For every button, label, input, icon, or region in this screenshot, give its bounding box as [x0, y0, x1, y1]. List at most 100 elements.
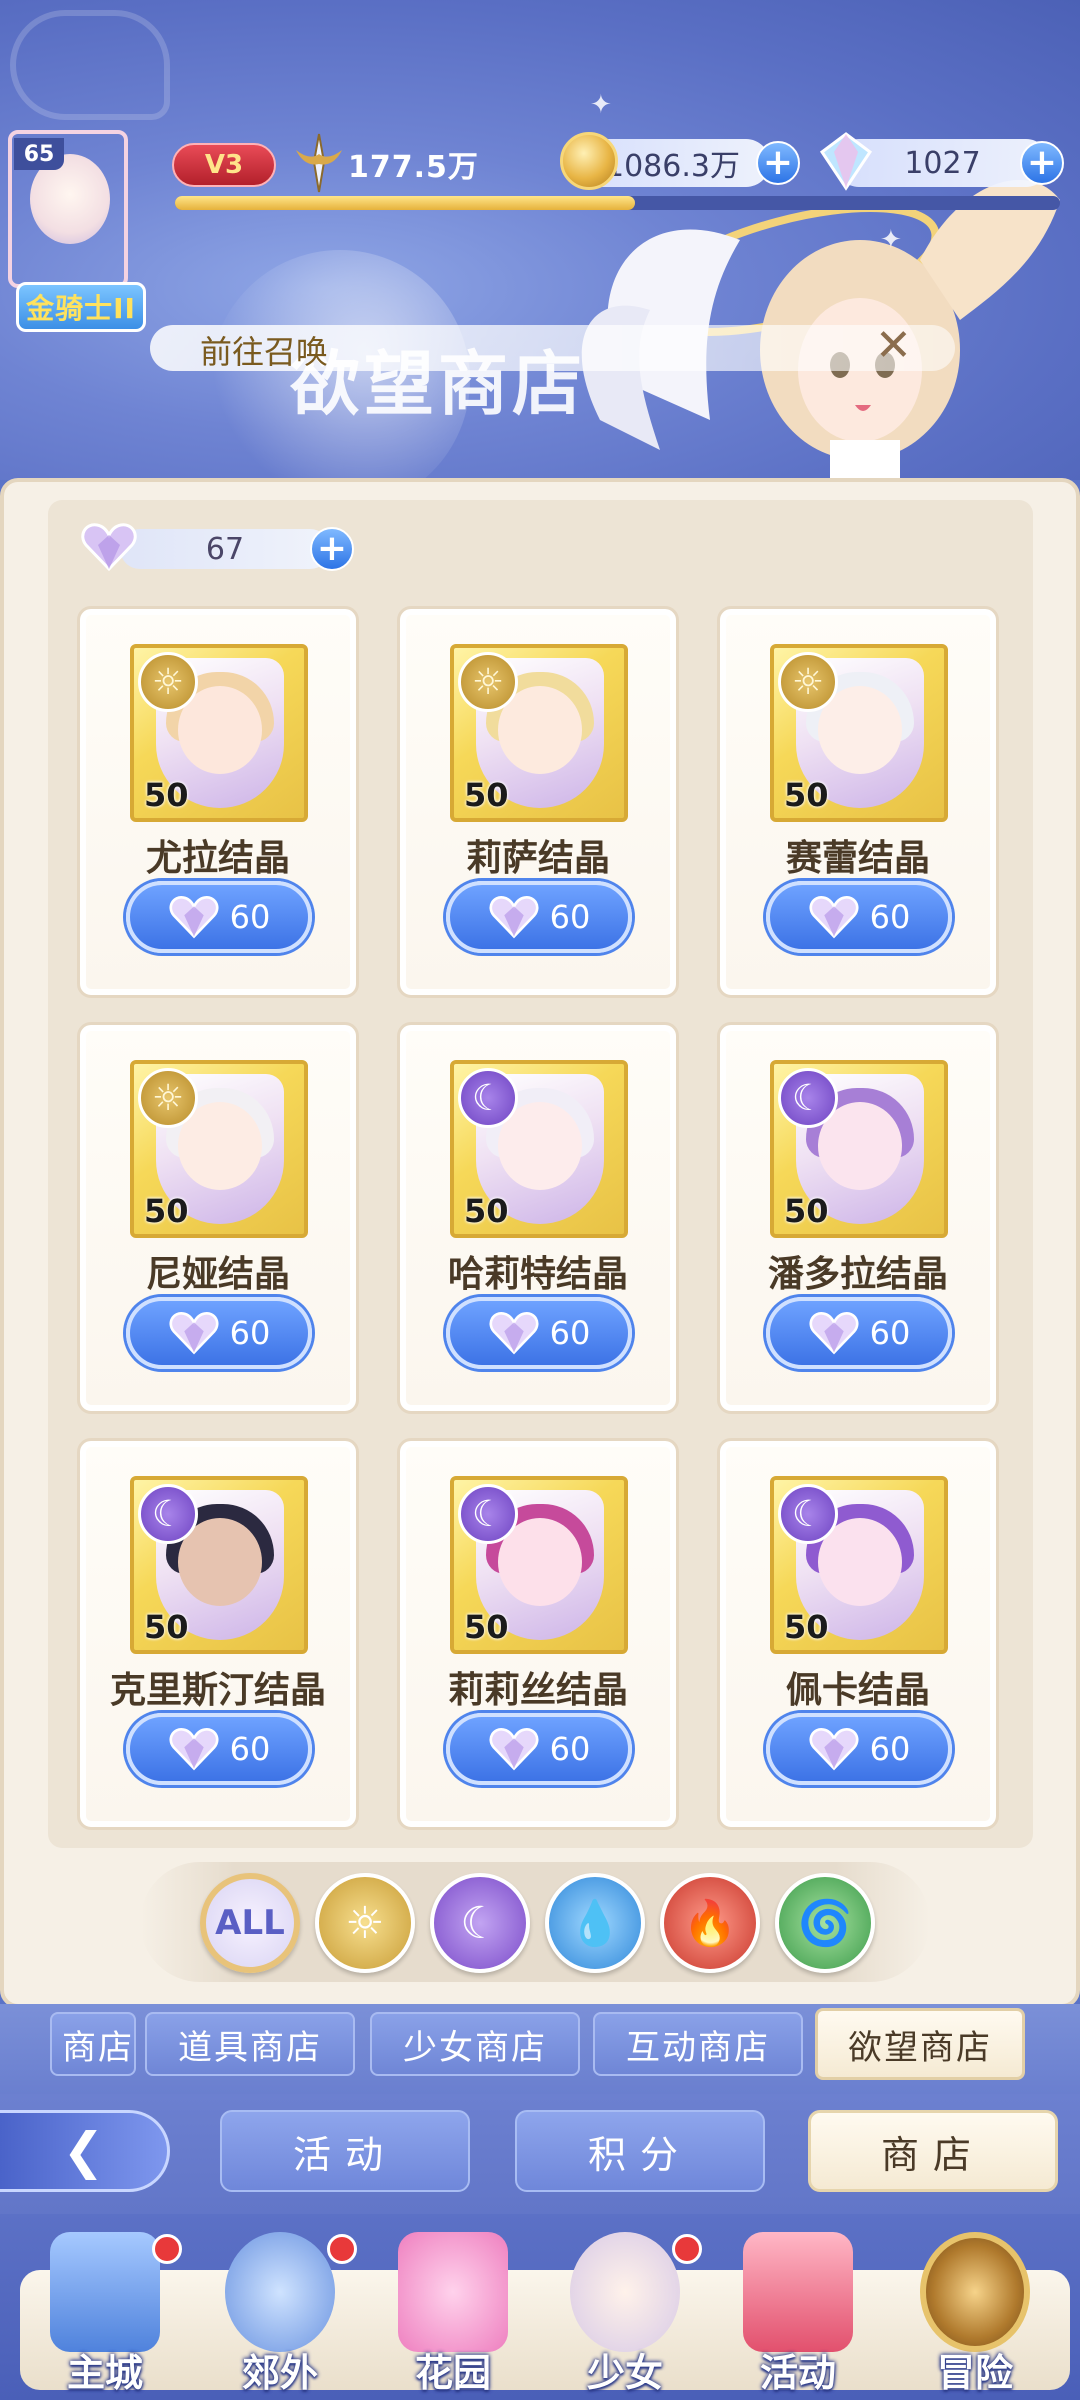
buy-button[interactable]: 60 — [446, 1713, 632, 1785]
heart-icon — [398, 2232, 508, 2352]
add-gold-button[interactable]: + — [756, 141, 800, 185]
item-price: 60 — [229, 898, 271, 936]
shop-item-card[interactable]: ☾ 50 佩卡结晶 60 — [717, 1438, 999, 1830]
bottom-nav-main-city[interactable]: 主城 — [30, 2232, 182, 2395]
crystal-heart-icon — [809, 1728, 859, 1771]
player-rank-badge: 金骑士II — [16, 282, 146, 332]
shop-item-card[interactable]: ☾ 50 莉莉丝结晶 60 — [397, 1438, 679, 1830]
desire-currency: 67 + — [80, 523, 360, 572]
shop-item-card[interactable]: ☼ 50 莉萨结晶 60 — [397, 606, 679, 998]
go-to-summon-link[interactable]: 前往召唤 — [200, 327, 328, 373]
diamond-icon — [819, 132, 873, 191]
shop-item-card[interactable]: ☾ 50 克里斯汀结晶 60 — [77, 1438, 359, 1830]
bottom-nav-events[interactable]: 活动 — [723, 2232, 873, 2395]
notification-dot — [327, 2234, 357, 2264]
crystal-heart-icon — [809, 1312, 859, 1355]
moon-icon: ☾ — [778, 1068, 838, 1128]
add-gems-button[interactable]: + — [1020, 141, 1064, 185]
gold-coin-icon — [560, 132, 618, 190]
close-icon[interactable]: ✕ — [875, 320, 912, 371]
fire-icon: 🔥 — [682, 1898, 738, 1949]
item-price: 60 — [549, 1730, 591, 1768]
sparkle-icon: ✦ — [880, 225, 902, 255]
buy-button[interactable]: 60 — [766, 881, 952, 953]
bottom-nav-garden[interactable]: 花园 — [378, 2232, 528, 2395]
castle-icon — [50, 2232, 160, 2352]
nav-shop-button[interactable]: 商店 — [808, 2110, 1058, 2192]
filter-moon-button[interactable]: ☾ — [430, 1873, 530, 1973]
nav-activity-button[interactable]: 活动 — [220, 2110, 470, 2192]
sun-icon: ☼ — [778, 652, 838, 712]
item-quantity: 50 — [144, 776, 189, 814]
buy-button[interactable]: 60 — [446, 1297, 632, 1369]
tab-item-shop[interactable]: 道具商店 — [145, 2012, 355, 2076]
vip-badge[interactable]: V3 — [172, 143, 276, 187]
back-button[interactable]: ❮ — [0, 2110, 170, 2192]
gift-icon — [743, 2232, 853, 2352]
item-name: 克里斯汀结晶 — [109, 1670, 326, 1711]
crystal-portrait: ☼ 50 — [130, 644, 308, 822]
experience-bar — [175, 196, 1060, 210]
sun-icon: ☼ — [345, 1897, 385, 1949]
bottom-nav-label: 主城 — [66, 2351, 143, 2395]
shop-item-card[interactable]: ☾ 50 哈莉特结晶 60 — [397, 1022, 679, 1414]
filter-wind-button[interactable]: 🌀 — [775, 1873, 875, 1973]
tab-interaction-shop[interactable]: 互动商店 — [593, 2012, 803, 2076]
crystal-heart-icon — [169, 1312, 219, 1355]
buy-button[interactable]: 60 — [766, 1297, 952, 1369]
experience-bar-fill — [175, 196, 636, 210]
item-name: 佩卡结晶 — [785, 1670, 930, 1711]
tornado-icon: 🌀 — [797, 1898, 853, 1949]
filter-sun-button[interactable]: ☼ — [315, 1873, 415, 1973]
crystal-portrait: ☾ 50 — [450, 1476, 628, 1654]
desire-currency-amount: 67 — [120, 529, 330, 569]
bottom-nav-label: 冒险 — [936, 2351, 1013, 2395]
filter-fire-button[interactable]: 🔥 — [660, 1873, 760, 1973]
item-quantity: 50 — [464, 1608, 509, 1646]
item-price: 60 — [869, 1730, 911, 1768]
tab-shop-partial[interactable]: 商店 — [50, 2012, 136, 2076]
sun-icon: ☼ — [138, 652, 198, 712]
item-quantity: 50 — [144, 1608, 189, 1646]
filter-all-button[interactable]: ALL — [200, 1873, 300, 1973]
girl-portrait-icon — [570, 2232, 680, 2352]
crystal-portrait: ☼ 50 — [770, 644, 948, 822]
crystal-portrait: ☾ 50 — [130, 1476, 308, 1654]
filter-water-button[interactable]: 💧 — [545, 1873, 645, 1973]
bottom-nav-label: 少女 — [586, 2351, 663, 2395]
buy-button[interactable]: 60 — [126, 1713, 312, 1785]
item-price: 60 — [549, 1314, 591, 1352]
shop-item-card[interactable]: ☼ 50 尼娅结晶 60 — [77, 1022, 359, 1414]
crystal-portrait: ☾ 50 — [770, 1060, 948, 1238]
back-arrow-icon: ❮ — [62, 2122, 105, 2180]
crystal-portrait: ☼ 50 — [450, 644, 628, 822]
item-price: 60 — [869, 1314, 911, 1352]
shop-item-card[interactable]: ☼ 50 尤拉结晶 60 — [77, 606, 359, 998]
buy-button[interactable]: 60 — [446, 881, 632, 953]
moon-icon: ☾ — [458, 1068, 518, 1128]
bottom-nav-adventure[interactable]: 冒险 — [900, 2232, 1050, 2395]
moon-icon: ☾ — [138, 1484, 198, 1544]
add-currency-button[interactable]: + — [310, 527, 354, 571]
tab-girl-shop[interactable]: 少女商店 — [370, 2012, 580, 2076]
bottom-nav-label: 活动 — [759, 2351, 836, 2395]
crystal-heart-icon — [809, 896, 859, 939]
moon-icon: ☾ — [778, 1484, 838, 1544]
item-quantity: 50 — [784, 776, 829, 814]
buy-button[interactable]: 60 — [126, 1297, 312, 1369]
buy-button[interactable]: 60 — [126, 881, 312, 953]
nav-points-button[interactable]: 积分 — [515, 2110, 765, 2192]
item-name: 尼娅结晶 — [145, 1254, 290, 1295]
buy-button[interactable]: 60 — [766, 1713, 952, 1785]
bottom-nav-outskirts[interactable]: 郊外 — [205, 2232, 357, 2395]
moon-icon: ☾ — [458, 1484, 518, 1544]
notification-dot — [152, 2234, 182, 2264]
shop-item-card[interactable]: ☼ 50 赛蕾结晶 60 — [717, 606, 999, 998]
item-price: 60 — [549, 898, 591, 936]
tab-desire-shop[interactable]: 欲望商店 — [815, 2008, 1025, 2080]
bottom-nav-girls[interactable]: 少女 — [550, 2232, 702, 2395]
item-price: 60 — [229, 1730, 271, 1768]
item-quantity: 50 — [464, 1192, 509, 1230]
shop-item-card[interactable]: ☾ 50 潘多拉结晶 60 — [717, 1022, 999, 1414]
item-name: 尤拉结晶 — [145, 838, 290, 879]
